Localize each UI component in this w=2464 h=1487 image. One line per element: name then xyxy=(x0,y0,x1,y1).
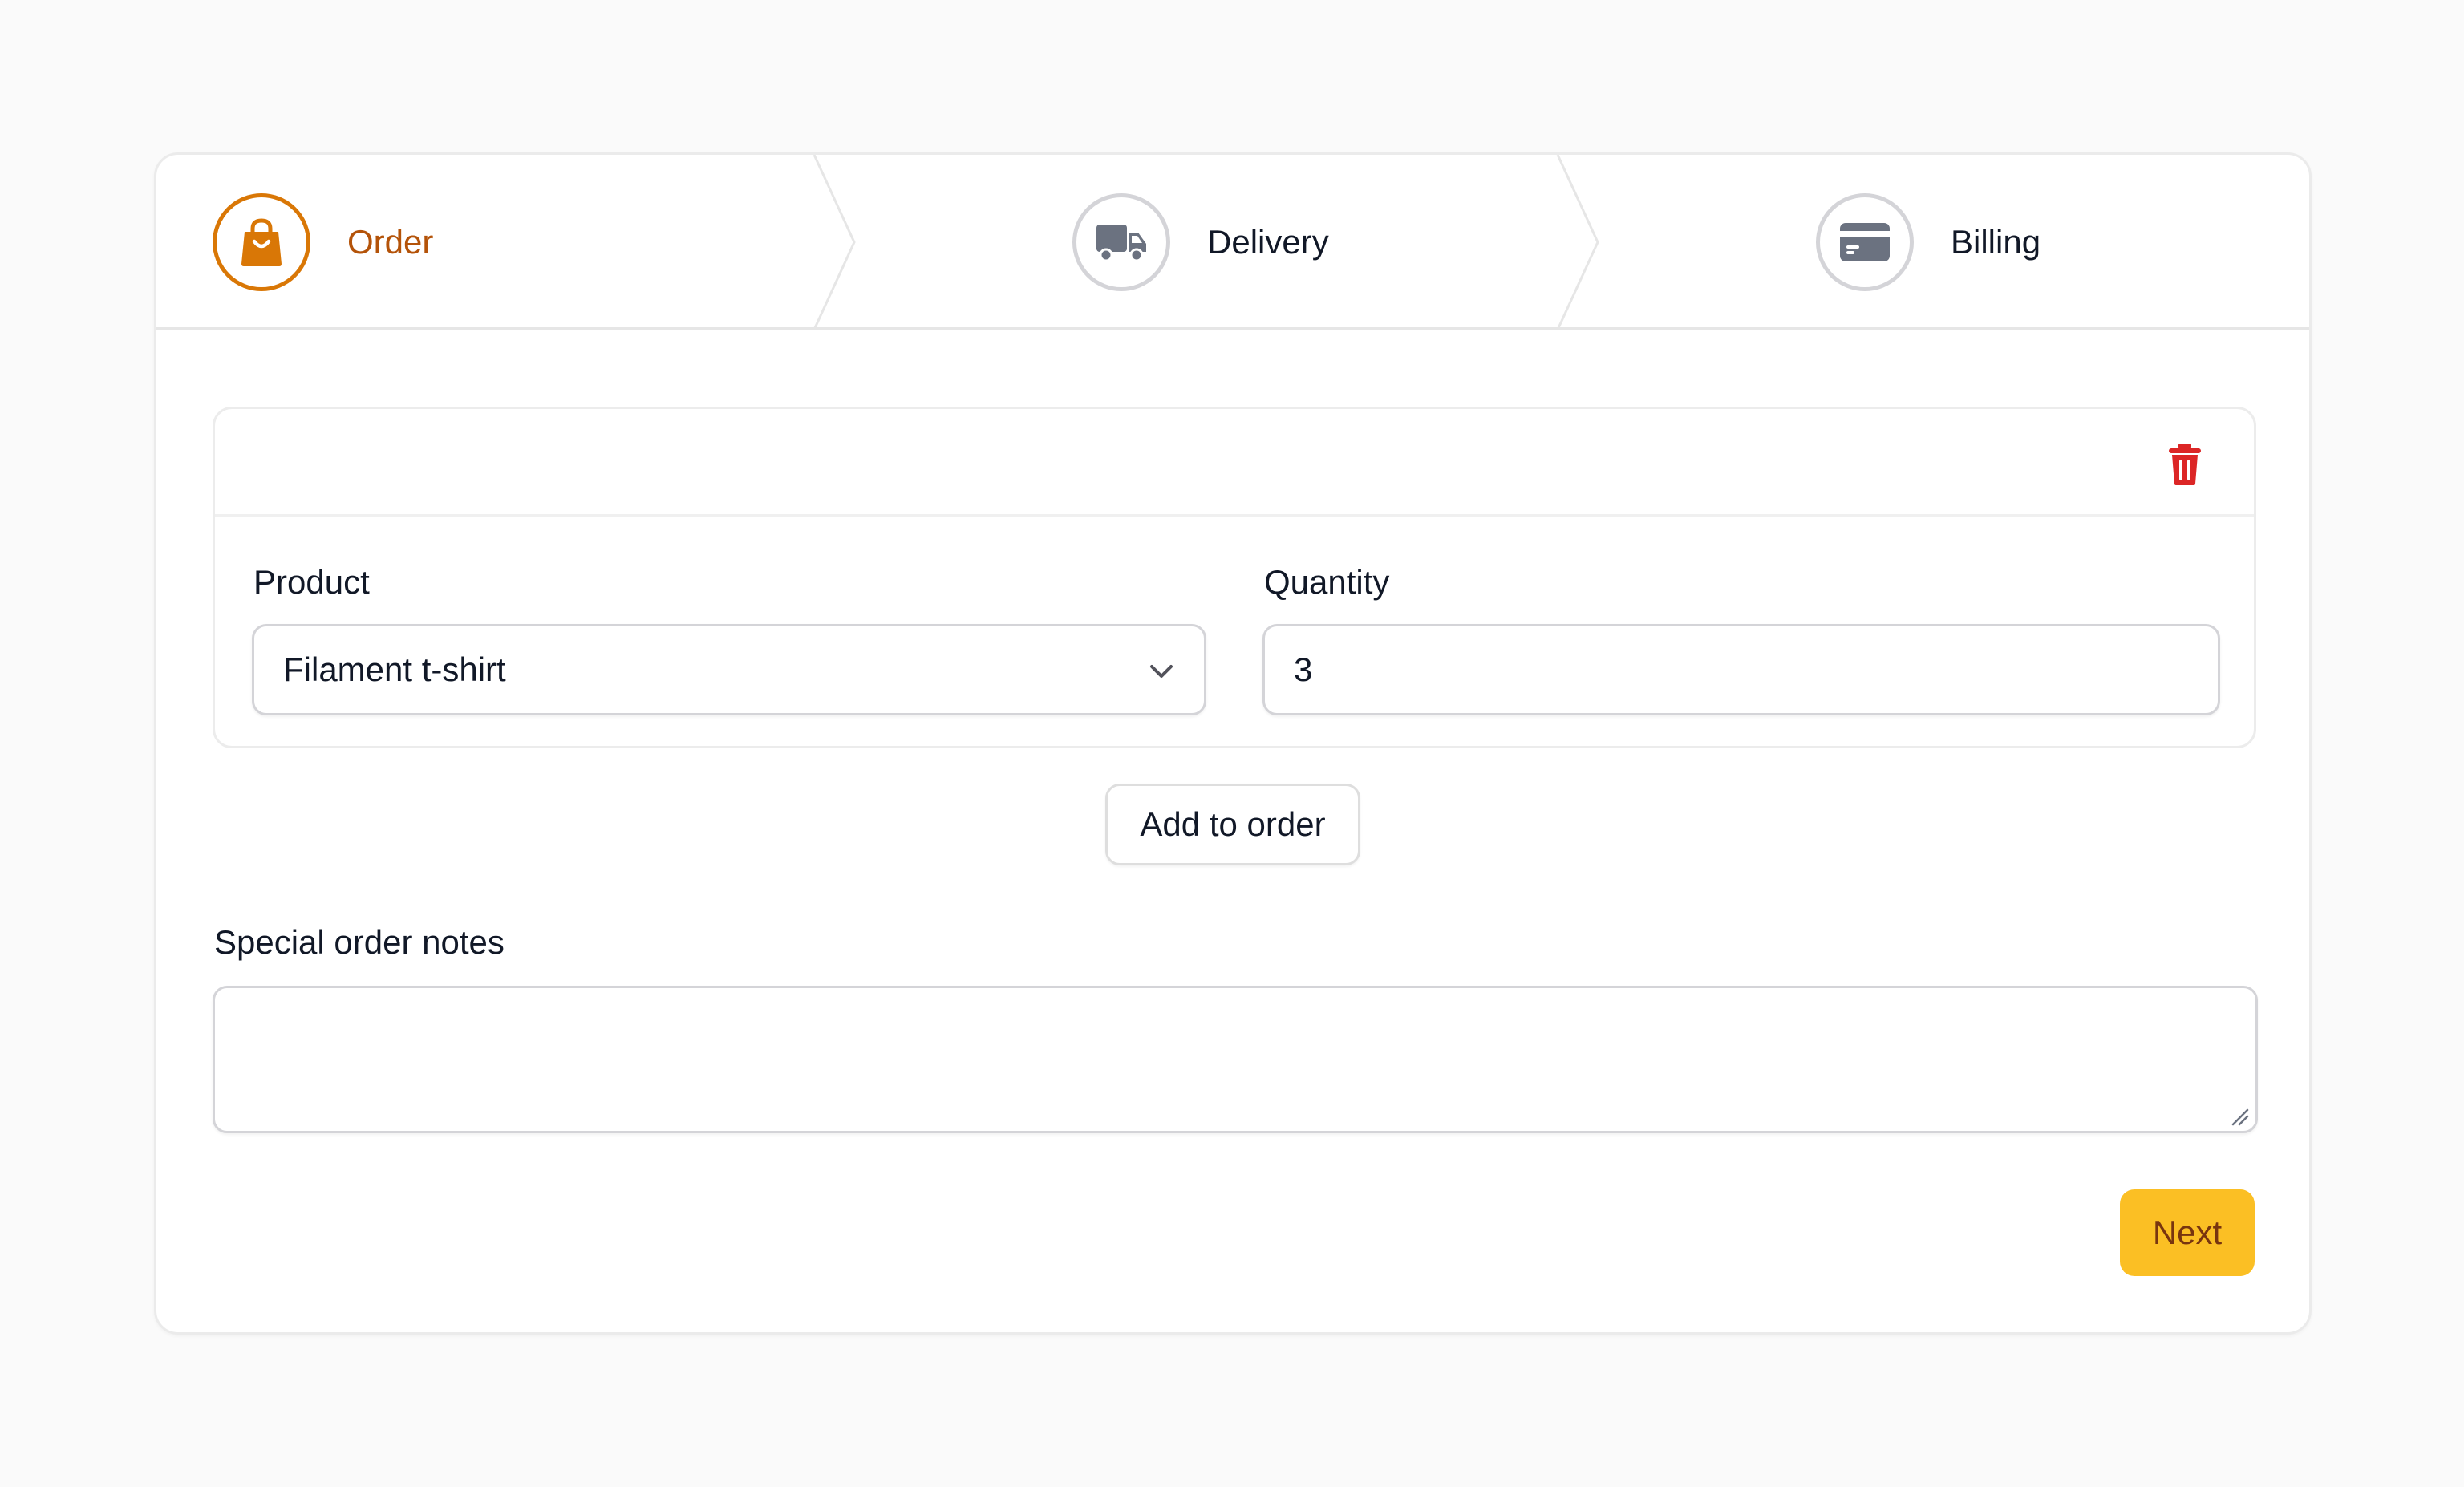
order-wizard-card: Order Delivery Billing Product Filament … xyxy=(154,152,2312,1335)
special-order-notes-textarea[interactable] xyxy=(213,986,2258,1133)
chevron-down-icon xyxy=(1150,665,1173,678)
step-separator xyxy=(1556,155,1599,330)
product-select-value: Filament t-shirt xyxy=(283,650,506,688)
step-delivery-indicator xyxy=(1072,193,1170,291)
product-select[interactable]: Filament t-shirt xyxy=(252,624,1206,715)
step-billing[interactable]: Billing xyxy=(1816,155,2040,330)
step-delivery[interactable]: Delivery xyxy=(1072,155,1329,330)
resize-grip-icon[interactable] xyxy=(2230,1107,2249,1126)
truck-icon xyxy=(1096,225,1146,262)
quantity-value: 3 xyxy=(1294,650,1313,688)
step-billing-label: Billing xyxy=(1951,223,2041,261)
trash-icon xyxy=(2169,444,2201,485)
shopping-bag-icon xyxy=(241,218,282,266)
order-item-header xyxy=(215,409,2254,517)
order-item: Product Filament t-shirt Quantity 3 xyxy=(213,407,2256,748)
quantity-label: Quantity xyxy=(1264,563,1390,601)
product-label: Product xyxy=(253,563,370,601)
delete-item-button[interactable] xyxy=(2162,440,2207,489)
step-billing-indicator xyxy=(1816,193,1914,291)
special-order-notes-label: Special order notes xyxy=(214,923,505,961)
step-order[interactable]: Order xyxy=(213,155,433,330)
step-order-label: Order xyxy=(347,223,434,261)
quantity-input[interactable]: 3 xyxy=(1262,624,2220,715)
credit-card-icon xyxy=(1840,223,1890,261)
step-separator xyxy=(813,155,856,330)
add-to-order-button[interactable]: Add to order xyxy=(1105,784,1360,865)
step-delivery-label: Delivery xyxy=(1207,223,1329,261)
wizard-steps: Order Delivery Billing xyxy=(156,155,2309,330)
step-order-indicator xyxy=(213,193,310,291)
next-button[interactable]: Next xyxy=(2120,1189,2255,1276)
